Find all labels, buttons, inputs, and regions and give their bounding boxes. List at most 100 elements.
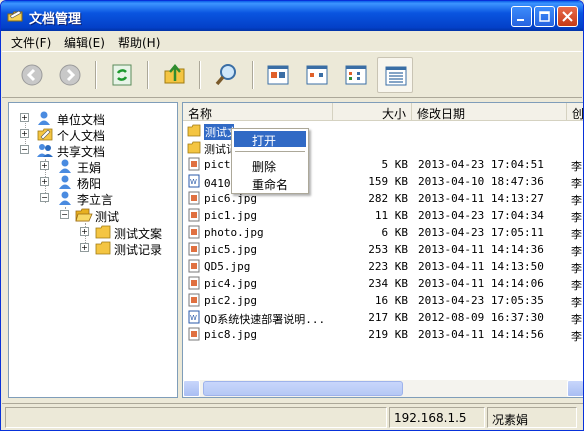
table-row[interactable]: W QD系统快速部署说明... 217 KB 2012-08-09 16:37:30 李 <box>183 309 583 326</box>
search-button[interactable] <box>209 57 245 93</box>
toolbar <box>2 51 582 98</box>
up-folder-button[interactable] <box>157 57 193 93</box>
menu-file[interactable]: 文件(F) <box>11 34 51 51</box>
file-size: 219 KB <box>368 328 408 341</box>
file-size: 16 KB <box>374 294 408 307</box>
status-ip: 192.168.1.5 <box>389 407 485 428</box>
file-name: pic1.jpg <box>204 209 257 222</box>
scroll-left-button[interactable] <box>183 380 200 397</box>
maximize-button[interactable] <box>534 6 555 27</box>
tree-item-test-copy[interactable]: + 测试文案 <box>9 224 177 241</box>
table-row[interactable]: QD5.jpg 223 KB 2013-04-11 14:13:50 李 <box>183 258 583 275</box>
file-date: 2013-04-23 17:05:35 <box>418 294 544 307</box>
scroll-right-button[interactable] <box>567 380 583 397</box>
context-menu-rename[interactable]: 重命名 <box>234 175 306 192</box>
table-row[interactable]: pic4.jpg 234 KB 2013-04-11 14:14:06 李 <box>183 275 583 292</box>
expand-toggle[interactable]: + <box>20 129 29 138</box>
column-header-size[interactable]: 大小 <box>333 103 412 121</box>
folder-icon <box>187 141 201 154</box>
tree-item-test[interactable]: − 测试 <box>9 207 177 224</box>
user-icon <box>59 191 71 205</box>
folder-tree: + 单位文档 + 个人文档 − 共享文档 + 王娟 + 杨阳 − 李立言 − 测… <box>8 102 178 398</box>
tree-item-shared-docs[interactable]: − 共享文档 <box>9 142 177 159</box>
context-menu-delete[interactable]: 删除 <box>234 157 306 174</box>
file-name: QD5.jpg <box>204 260 251 273</box>
tree-item-user-yangyang[interactable]: + 杨阳 <box>9 174 177 191</box>
collapse-toggle[interactable]: − <box>20 145 29 154</box>
file-size: 253 KB <box>368 243 408 256</box>
close-icon <box>562 11 573 22</box>
toolbar-separator <box>199 61 201 89</box>
table-row[interactable]: pic2.jpg 16 KB 2013-04-23 17:05:35 李 <box>183 292 583 309</box>
file-name: pic5.jpg <box>204 243 257 256</box>
table-row[interactable]: pic5.jpg 253 KB 2013-04-11 14:14:36 李 <box>183 241 583 258</box>
menu-edit[interactable]: 编辑(E) <box>64 34 105 51</box>
context-menu-open[interactable]: 打开 <box>234 131 306 148</box>
collapse-toggle[interactable]: − <box>60 210 69 219</box>
expand-toggle[interactable]: + <box>20 113 29 122</box>
file-name: QD系统快速部署说明... <box>204 313 326 326</box>
view-details-button[interactable] <box>377 57 413 93</box>
table-row[interactable]: pic8.jpg 219 KB 2013-04-11 14:14:56 李 <box>183 326 583 343</box>
tree-item-label: 测试记录 <box>114 243 163 257</box>
horizontal-scrollbar[interactable] <box>183 380 583 397</box>
toolbar-separator <box>147 61 149 89</box>
up-folder-icon <box>164 64 185 84</box>
image-file-icon <box>188 191 200 205</box>
word-document-icon: W <box>188 310 200 324</box>
toolbar-separator <box>252 61 254 89</box>
view-list-button[interactable] <box>338 57 374 93</box>
context-menu: 打开 删除 重命名 <box>231 128 309 194</box>
file-creator: 李 <box>571 279 582 292</box>
expand-toggle[interactable]: + <box>80 243 89 252</box>
column-header-name[interactable]: 名称 <box>183 103 333 121</box>
svg-text:W: W <box>190 178 197 186</box>
tree-item-test-records[interactable]: + 测试记录 <box>9 240 177 257</box>
file-date: 2013-04-11 14:14:36 <box>418 243 544 256</box>
table-row[interactable]: photo.jpg 6 KB 2013-04-23 17:05:11 李 <box>183 224 583 241</box>
image-file-icon <box>188 225 200 239</box>
file-name: 测试文 <box>204 124 234 140</box>
expand-toggle[interactable]: + <box>80 227 89 236</box>
menu-help[interactable]: 帮助(H) <box>118 34 160 51</box>
back-button[interactable] <box>14 57 50 93</box>
status-bar: 192.168.1.5 况素娟 <box>2 403 583 430</box>
file-creator: 李 <box>571 194 582 207</box>
app-window: 文档管理 文件(F) 编辑(E) 帮助(H) + 单位文档 + 个人文档 − 共… <box>0 0 584 431</box>
image-file-icon <box>188 327 200 341</box>
view-large-button[interactable] <box>260 57 296 93</box>
expand-toggle[interactable]: + <box>40 177 49 186</box>
image-file-icon <box>188 208 200 222</box>
tree-item-user-liliyan[interactable]: − 李立言 <box>9 190 177 207</box>
file-creator: 李 <box>571 211 582 224</box>
table-row[interactable]: pic1.jpg 11 KB 2013-04-23 17:04:34 李 <box>183 207 583 224</box>
file-creator: 李 <box>571 330 582 343</box>
column-header-date[interactable]: 修改日期 <box>412 103 567 121</box>
scroll-thumb[interactable] <box>203 381 403 396</box>
search-icon <box>215 64 236 86</box>
forward-button[interactable] <box>52 57 88 93</box>
title-bar[interactable]: 文档管理 <box>1 1 583 31</box>
file-creator: 李 <box>571 296 582 309</box>
file-name: photo.jpg <box>204 226 264 239</box>
image-file-icon <box>188 276 200 290</box>
view-small-button[interactable] <box>299 57 335 93</box>
tree-item-unit-docs[interactable]: + 单位文档 <box>9 110 177 127</box>
folder-open-icon <box>75 208 93 222</box>
folder-shared-icon <box>37 144 53 157</box>
file-size: 217 KB <box>368 311 408 324</box>
collapse-toggle[interactable]: − <box>40 193 49 202</box>
close-button[interactable] <box>557 6 578 27</box>
folder-icon <box>95 225 111 239</box>
column-header-creator[interactable]: 创 <box>567 103 583 121</box>
status-message <box>5 407 387 428</box>
tree-item-user-wangjuan[interactable]: + 王娟 <box>9 158 177 175</box>
expand-toggle[interactable]: + <box>40 161 49 170</box>
file-date: 2013-04-11 14:14:06 <box>418 277 544 290</box>
minimize-button[interactable] <box>511 6 532 27</box>
file-creator: 李 <box>571 160 582 173</box>
refresh-button[interactable] <box>104 57 140 93</box>
file-date: 2013-04-10 18:47:36 <box>418 175 544 188</box>
tree-item-personal-docs[interactable]: + 个人文档 <box>9 126 177 143</box>
back-icon <box>21 64 43 86</box>
